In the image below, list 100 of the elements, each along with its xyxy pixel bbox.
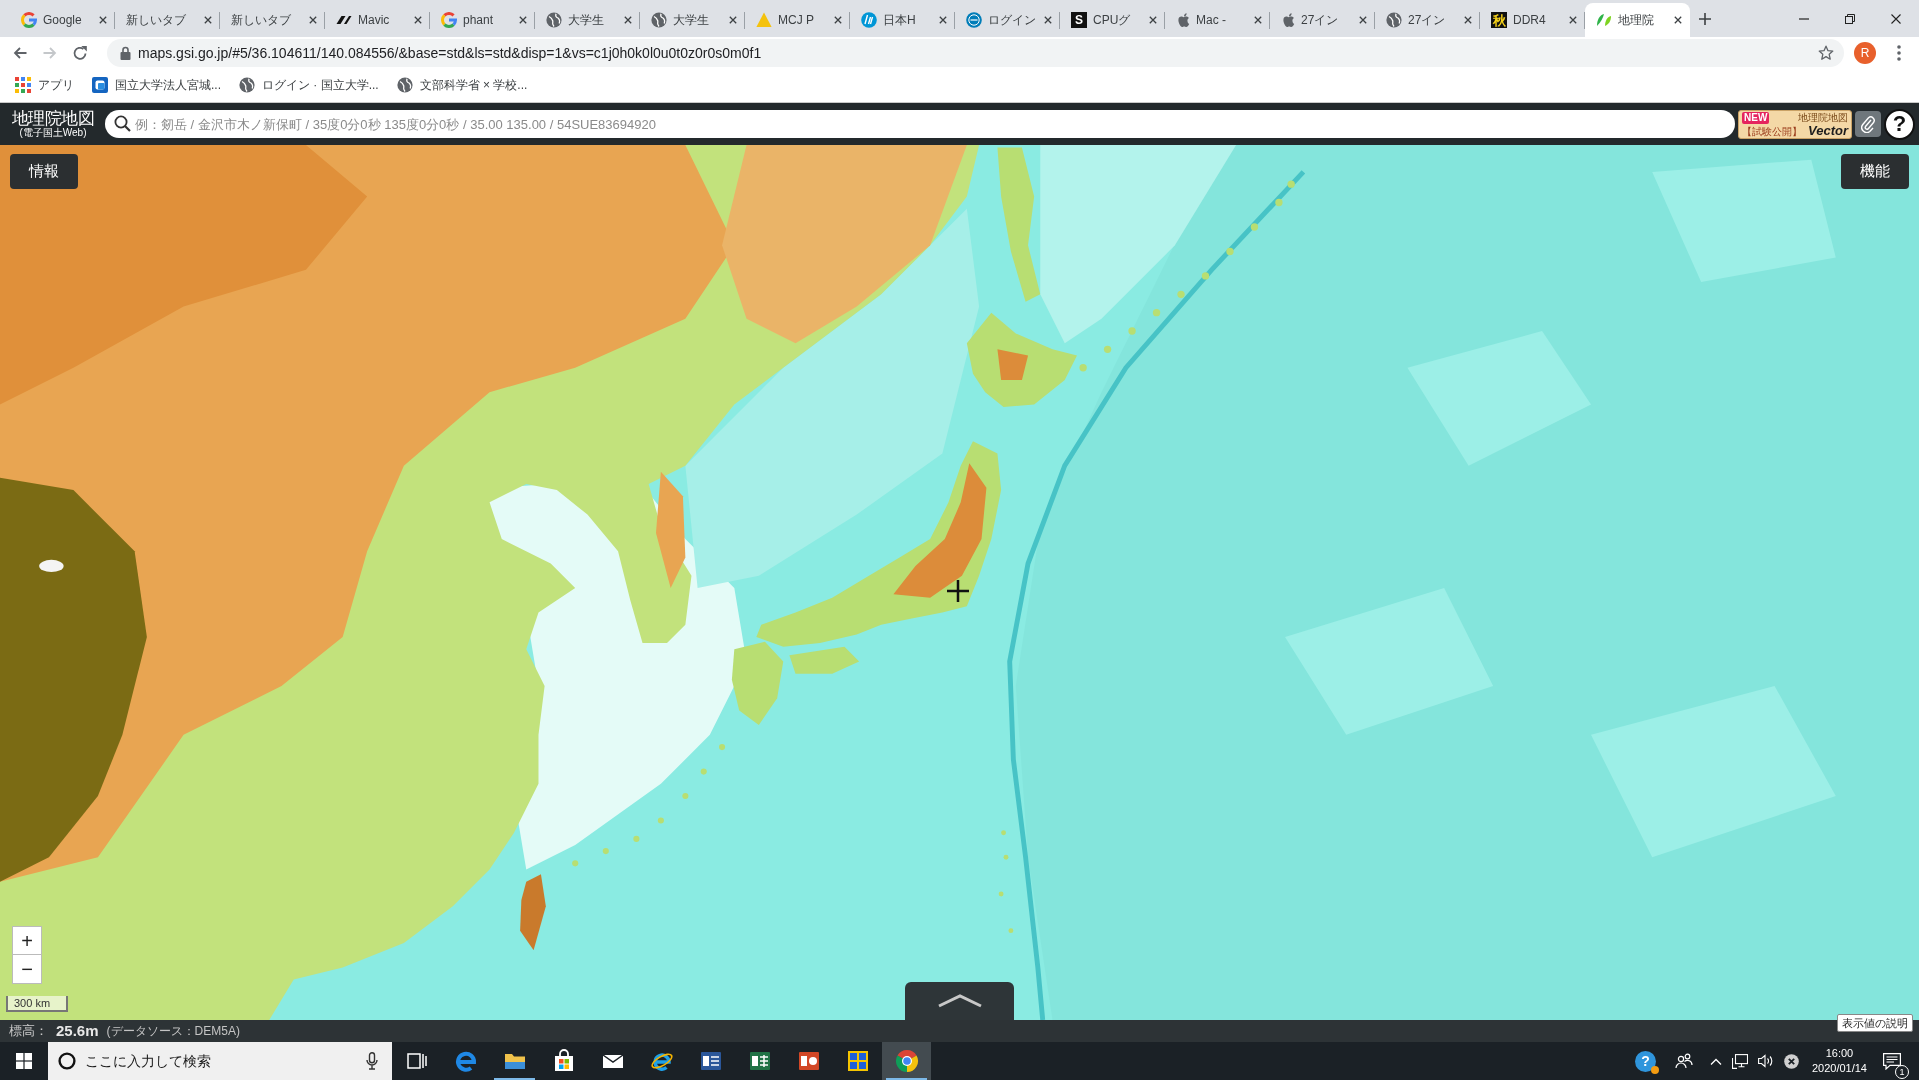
x-circle-icon[interactable] bbox=[1783, 1053, 1799, 1069]
bookmark-item[interactable]: アプリ bbox=[15, 76, 74, 94]
panel-toggle-button[interactable] bbox=[905, 982, 1014, 1020]
functions-button[interactable]: 機能 bbox=[1841, 154, 1909, 189]
zoom-out-button[interactable]: − bbox=[12, 955, 42, 984]
address-field[interactable]: maps.gsi.go.jp/#5/36.104611/140.084556/&base=std&ls=std&disp=1&vs=c1j0h0k0l0u0t0z0r0s0m0f1 bbox=[107, 38, 1844, 67]
leaf-logo-icon bbox=[1596, 12, 1612, 28]
globe-icon bbox=[546, 12, 562, 28]
elevation-label: 標高： bbox=[9, 1022, 48, 1041]
bookmark-item[interactable]: ログイン · 国立大学... bbox=[239, 76, 379, 94]
banner-label: Vector bbox=[1808, 123, 1848, 137]
browser-tab[interactable]: 大学生 bbox=[640, 3, 745, 37]
circle-logo-icon bbox=[861, 12, 877, 28]
info-button[interactable]: 情報 bbox=[10, 154, 78, 189]
browser-tab[interactable]: 大学生 bbox=[535, 3, 640, 37]
close-icon[interactable] bbox=[204, 16, 212, 24]
kebab-menu-icon[interactable] bbox=[1897, 44, 1901, 61]
banner-note: 【試験公開】 bbox=[1742, 126, 1802, 137]
ring-logo-icon bbox=[441, 12, 457, 28]
back-arrow-icon[interactable] bbox=[12, 44, 28, 61]
browser-logo-icon bbox=[453, 1049, 478, 1073]
close-icon[interactable] bbox=[1254, 16, 1262, 24]
browser-tab[interactable]: 27イン bbox=[1270, 3, 1375, 37]
restore-icon[interactable] bbox=[1845, 13, 1855, 24]
browser-tab[interactable]: 秋 DDR4 bbox=[1480, 3, 1585, 37]
close-icon[interactable] bbox=[1569, 16, 1577, 24]
ring-icon bbox=[58, 1052, 76, 1070]
microphone-icon[interactable] bbox=[366, 1052, 378, 1070]
ring-logo-icon bbox=[21, 12, 37, 28]
close-icon[interactable] bbox=[309, 16, 317, 24]
browser-tab[interactable]: 新しいタブ bbox=[220, 3, 325, 37]
search-icon bbox=[114, 115, 131, 132]
reload-icon[interactable] bbox=[72, 44, 88, 61]
chevron-up-icon bbox=[936, 994, 983, 1008]
close-icon[interactable] bbox=[414, 16, 422, 24]
clock-date[interactable]: 2020/01/14 bbox=[1811, 1061, 1867, 1076]
browser-tab[interactable]: phant bbox=[430, 3, 535, 37]
close-icon[interactable] bbox=[1044, 16, 1052, 24]
logo-title[interactable]: 地理院地図 bbox=[11, 110, 95, 127]
browser-tab[interactable]: 27イン bbox=[1375, 3, 1480, 37]
bookmark-item[interactable]: 国立大学法人宮城... bbox=[92, 76, 221, 94]
globe-icon bbox=[1386, 12, 1402, 28]
vector-map-banner[interactable]: NEW 地理院地図 【試験公開】 Vector bbox=[1738, 109, 1852, 139]
minimize-icon[interactable] bbox=[1799, 17, 1809, 20]
browser-tab[interactable]: S CPUグ bbox=[1060, 3, 1165, 37]
browser-tab[interactable]: 地理院 bbox=[1585, 3, 1690, 37]
people-icon[interactable] bbox=[1674, 1053, 1693, 1069]
plus-icon[interactable] bbox=[1698, 11, 1712, 26]
close-icon[interactable] bbox=[519, 16, 527, 24]
taskbar-search-field[interactable]: ここに入力して検索 bbox=[48, 1042, 392, 1080]
legend-button[interactable]: 表示値の説明 bbox=[1837, 1014, 1913, 1032]
close-icon[interactable] bbox=[99, 16, 107, 24]
network-icon[interactable] bbox=[1731, 1053, 1748, 1069]
data-source-note: (データソース：DEM5A) bbox=[106, 1023, 240, 1040]
close-icon[interactable] bbox=[834, 16, 842, 24]
browser-tab[interactable]: Mac - bbox=[1165, 3, 1270, 37]
circle-logo-icon bbox=[966, 12, 982, 28]
browser-tab[interactable]: ログイン bbox=[955, 3, 1060, 37]
zoom-in-button[interactable]: + bbox=[12, 926, 42, 955]
browser-tab[interactable]: MCJ P bbox=[745, 3, 850, 37]
scale-bar: 300 km bbox=[6, 996, 69, 1012]
close-icon[interactable] bbox=[624, 16, 632, 24]
attach-button[interactable] bbox=[1855, 111, 1881, 137]
chevron-up-icon[interactable] bbox=[1709, 1057, 1722, 1065]
help-button[interactable]: ? bbox=[1884, 108, 1915, 140]
apple-icon bbox=[1176, 12, 1190, 28]
browser-tab[interactable]: Google bbox=[10, 3, 115, 37]
notification-count: 1 bbox=[1895, 1065, 1909, 1079]
windows-logo-icon[interactable] bbox=[16, 1053, 32, 1069]
close-icon[interactable] bbox=[1674, 16, 1682, 24]
spreadsheet-tile-icon bbox=[747, 1049, 772, 1073]
clock-time[interactable]: 16:00 bbox=[1811, 1046, 1867, 1061]
globe-icon bbox=[239, 77, 255, 93]
bookmark-item[interactable]: 文部科学省 × 学校... bbox=[396, 76, 528, 94]
status-dot-icon bbox=[1650, 1065, 1659, 1074]
star-icon[interactable] bbox=[1818, 44, 1834, 61]
close-icon[interactable] bbox=[939, 16, 947, 24]
search-field[interactable]: 例：剱岳 / 金沢市木ノ新保町 / 35度0分0秒 135度0分0秒 / 35.00 135.00 / 54SUE83694920 bbox=[105, 110, 1735, 138]
browser-tab[interactable]: Mavic bbox=[325, 3, 430, 37]
elevation-value: 25.6m bbox=[56, 1020, 99, 1041]
browser-tab[interactable]: 日本H bbox=[850, 3, 955, 37]
globe-icon bbox=[396, 77, 413, 93]
banner-title: 地理院地図 bbox=[1798, 112, 1848, 123]
paperclip-icon bbox=[1861, 115, 1875, 133]
notification-icon[interactable] bbox=[1883, 1053, 1901, 1071]
close-icon[interactable] bbox=[1359, 16, 1367, 24]
browser-tab[interactable]: 新しいタブ bbox=[115, 3, 220, 37]
triangle-icon bbox=[756, 12, 772, 28]
globe-icon bbox=[651, 12, 667, 28]
apps-icon bbox=[15, 77, 31, 93]
logo-subtitle: (電子国土Web) bbox=[19, 128, 87, 138]
close-icon[interactable] bbox=[729, 16, 737, 24]
letter-favicon: S bbox=[1071, 12, 1087, 28]
close-icon[interactable] bbox=[1149, 16, 1157, 24]
close-icon[interactable] bbox=[1891, 13, 1901, 24]
document-tile-icon bbox=[698, 1049, 723, 1073]
close-icon[interactable] bbox=[1464, 16, 1472, 24]
square-logo-icon bbox=[92, 77, 108, 93]
new-badge: NEW bbox=[1742, 111, 1770, 124]
volume-icon[interactable] bbox=[1757, 1054, 1774, 1068]
